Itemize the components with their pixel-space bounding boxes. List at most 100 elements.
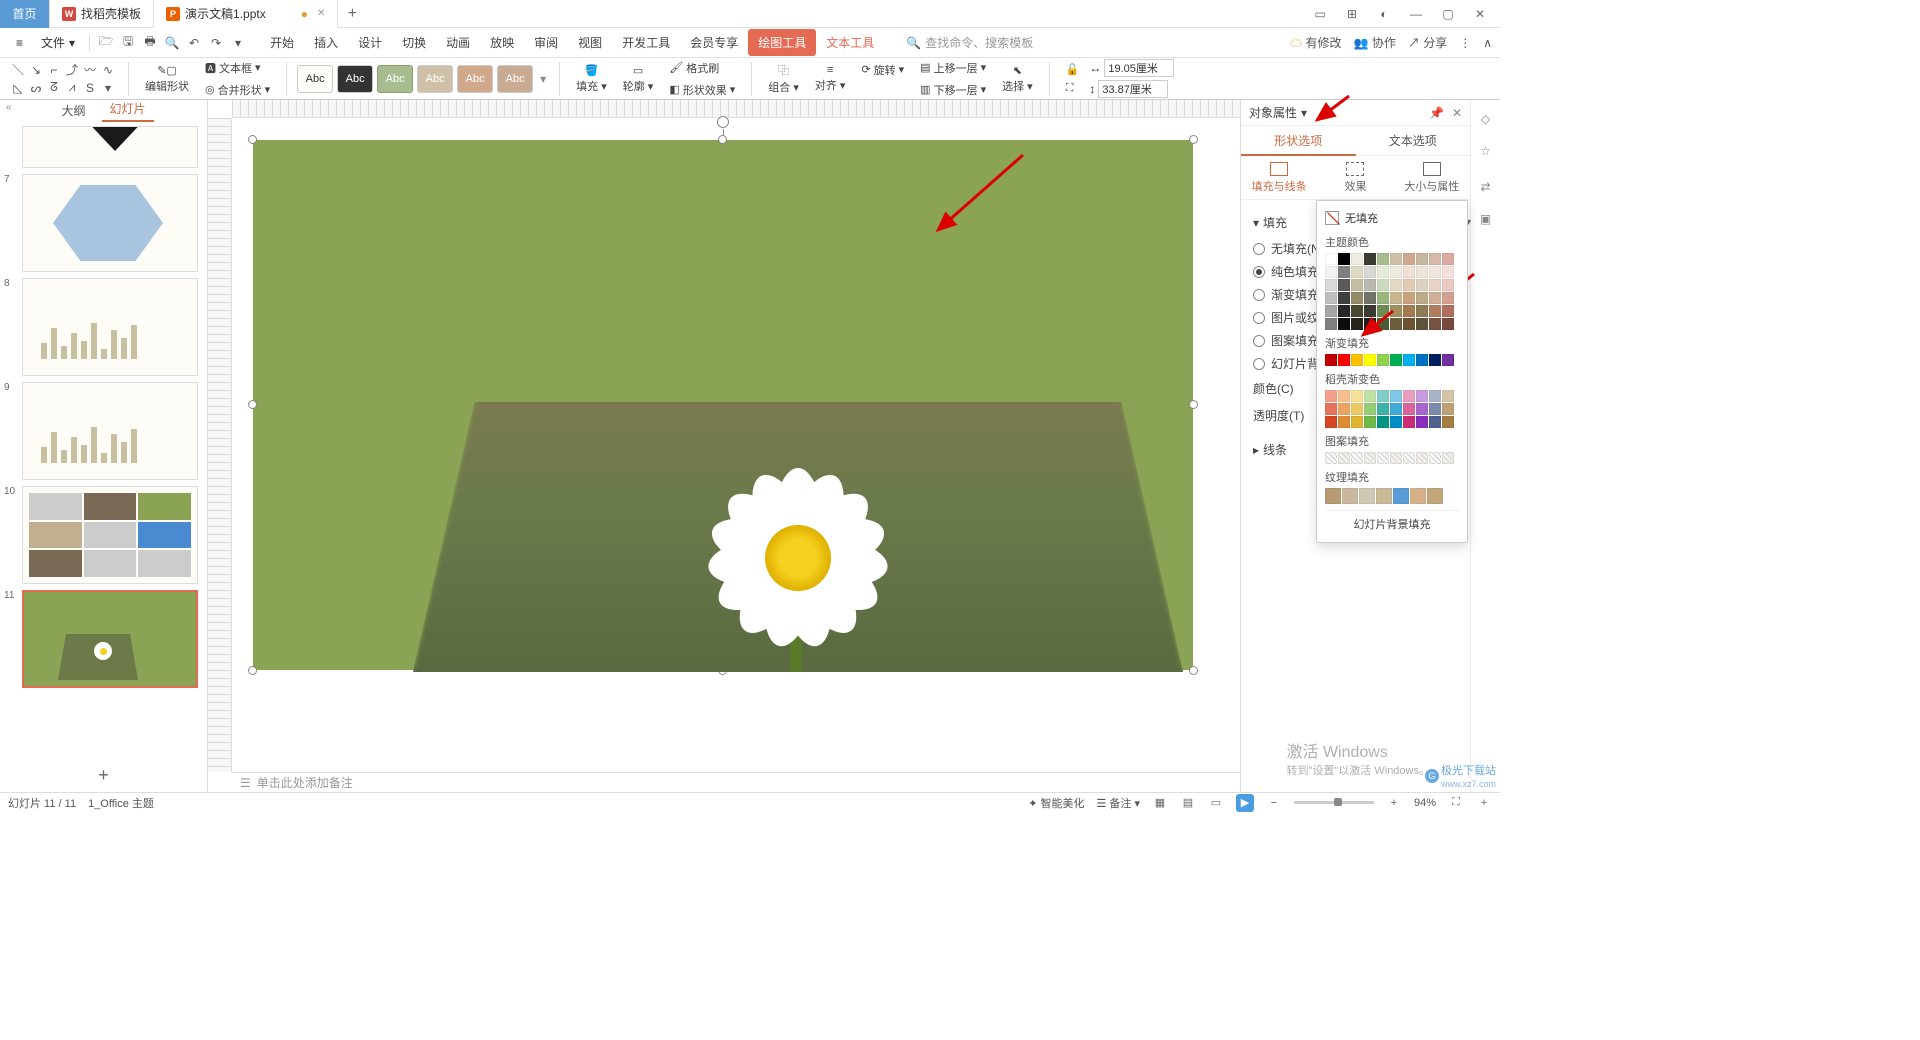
send-backward-button[interactable]: ▥下移一层 ▾ xyxy=(914,80,992,100)
color-swatch[interactable] xyxy=(1342,488,1358,504)
more-qat-icon[interactable]: ▾ xyxy=(228,33,248,53)
slide-thumb-7[interactable] xyxy=(22,174,198,272)
color-swatch[interactable] xyxy=(1429,390,1441,402)
color-swatch[interactable] xyxy=(1351,416,1363,428)
color-swatch[interactable] xyxy=(1338,390,1350,402)
resize-handle-nw[interactable] xyxy=(248,135,257,144)
add-slide-button[interactable]: + xyxy=(0,759,207,792)
wave-shape-icon[interactable]: ⩘ xyxy=(64,80,80,96)
notes-bar[interactable]: ☰单击此处添加备注 xyxy=(232,772,1240,792)
thumbs-list[interactable]: 7 8 9 10 11 xyxy=(0,122,207,759)
grid-icon[interactable]: ⊞ xyxy=(1340,2,1364,26)
color-swatch[interactable] xyxy=(1403,318,1415,330)
color-swatch[interactable] xyxy=(1416,253,1428,265)
color-swatch[interactable] xyxy=(1377,279,1389,291)
color-swatch[interactable] xyxy=(1390,452,1402,464)
fill-button[interactable]: 🪣填充 ▾ xyxy=(570,62,613,96)
width-input[interactable]: 19.05厘米 xyxy=(1104,59,1174,77)
outline-button[interactable]: ▭轮廓 ▾ xyxy=(617,62,660,96)
textbox-button[interactable]: 🅰文本框 ▾ xyxy=(199,58,276,78)
outline-tab[interactable]: 大纲 xyxy=(53,99,93,122)
zoom-out-icon[interactable]: − xyxy=(1266,795,1282,811)
color-swatch[interactable] xyxy=(1325,403,1337,415)
slide-thumb-6[interactable] xyxy=(22,126,198,168)
color-swatch[interactable] xyxy=(1338,292,1350,304)
tab-home[interactable]: 首页 xyxy=(0,0,50,28)
color-swatch[interactable] xyxy=(1338,253,1350,265)
color-swatch[interactable] xyxy=(1351,292,1363,304)
color-swatch[interactable] xyxy=(1325,390,1337,402)
tab-review[interactable]: 审阅 xyxy=(524,29,568,56)
line-shape-icon[interactable]: ＼ xyxy=(10,62,26,78)
color-swatch[interactable] xyxy=(1429,354,1441,366)
color-swatch[interactable] xyxy=(1338,452,1350,464)
tab-view[interactable]: 视图 xyxy=(568,29,612,56)
more-shapes-icon[interactable]: ▾ xyxy=(100,80,116,96)
style-preset-3[interactable]: Abc xyxy=(377,65,413,93)
color-swatch[interactable] xyxy=(1359,488,1375,504)
s-shape-icon[interactable]: S xyxy=(82,80,98,96)
color-swatch[interactable] xyxy=(1376,488,1392,504)
color-swatch[interactable] xyxy=(1429,279,1441,291)
color-swatch[interactable] xyxy=(1364,266,1376,278)
reading-view-icon[interactable]: ▭ xyxy=(1208,795,1224,811)
color-swatch[interactable] xyxy=(1377,266,1389,278)
style-preset-2[interactable]: Abc xyxy=(337,65,373,93)
effect-subtab[interactable]: 效果 xyxy=(1317,156,1393,199)
color-swatch[interactable] xyxy=(1338,354,1350,366)
size-prop-subtab[interactable]: 大小与属性 xyxy=(1394,156,1470,199)
color-swatch[interactable] xyxy=(1325,354,1337,366)
color-swatch[interactable] xyxy=(1429,403,1441,415)
star-tool-icon[interactable]: ☆ xyxy=(1477,142,1495,160)
share-button[interactable]: ↗ 分享 xyxy=(1408,34,1447,51)
scribble-shape-icon[interactable]: ᔕ xyxy=(28,80,44,96)
color-swatch[interactable] xyxy=(1429,266,1441,278)
color-swatch[interactable] xyxy=(1442,279,1454,291)
color-swatch[interactable] xyxy=(1390,354,1402,366)
tab-text-tools[interactable]: 文本工具 xyxy=(816,29,884,56)
text-options-tab[interactable]: 文本选项 xyxy=(1356,126,1471,156)
color-swatch[interactable] xyxy=(1351,452,1363,464)
color-swatch[interactable] xyxy=(1393,488,1409,504)
tab-member[interactable]: 会员专享 xyxy=(680,29,748,56)
diamond-tool-icon[interactable]: ◇ xyxy=(1477,110,1495,128)
color-swatch[interactable] xyxy=(1416,354,1428,366)
color-swatch[interactable] xyxy=(1351,266,1363,278)
color-swatch[interactable] xyxy=(1325,279,1337,291)
layout-icon[interactable]: ▭ xyxy=(1308,2,1332,26)
color-swatch[interactable] xyxy=(1442,452,1454,464)
color-swatch[interactable] xyxy=(1390,390,1402,402)
tab-devtools[interactable]: 开发工具 xyxy=(612,29,680,56)
color-swatch[interactable] xyxy=(1338,266,1350,278)
color-swatch[interactable] xyxy=(1442,253,1454,265)
collapse-panel-icon[interactable]: « xyxy=(0,100,18,115)
color-swatch[interactable] xyxy=(1364,452,1376,464)
color-swatch[interactable] xyxy=(1403,452,1415,464)
pending-changes[interactable]: ☁ 有修改 xyxy=(1290,34,1341,51)
color-swatch[interactable] xyxy=(1403,354,1415,366)
color-swatch[interactable] xyxy=(1325,318,1337,330)
close-panel-icon[interactable]: ✕ xyxy=(1452,106,1462,120)
tab-document[interactable]: P 演示文稿1.pptx ● ✕ xyxy=(154,0,338,28)
color-swatch[interactable] xyxy=(1377,354,1389,366)
color-swatch[interactable] xyxy=(1410,488,1426,504)
collab-button[interactable]: 👥 协作 xyxy=(1354,34,1396,51)
color-swatch[interactable] xyxy=(1364,390,1376,402)
bring-forward-button[interactable]: ▤上移一层 ▾ xyxy=(914,58,992,78)
color-swatch[interactable] xyxy=(1351,403,1363,415)
resize-handle-e[interactable] xyxy=(1189,400,1198,409)
file-menu[interactable]: 文件 ▾ xyxy=(33,31,83,54)
color-swatch[interactable] xyxy=(1416,292,1428,304)
layers-tool-icon[interactable]: ▣ xyxy=(1477,210,1495,228)
color-swatch[interactable] xyxy=(1429,416,1441,428)
resize-handle-sw[interactable] xyxy=(248,666,257,675)
color-swatch[interactable] xyxy=(1325,416,1337,428)
tab-close-icon[interactable]: ✕ xyxy=(317,8,325,19)
color-swatch[interactable] xyxy=(1416,305,1428,317)
merge-shape-button[interactable]: ◎合并形状 ▾ xyxy=(199,80,276,100)
color-swatch[interactable] xyxy=(1442,318,1454,330)
user-avatar-icon[interactable]: ◐ xyxy=(1372,2,1396,26)
color-swatch[interactable] xyxy=(1377,390,1389,402)
color-swatch[interactable] xyxy=(1429,305,1441,317)
settings-tool-icon[interactable]: ⇄ xyxy=(1477,178,1495,196)
